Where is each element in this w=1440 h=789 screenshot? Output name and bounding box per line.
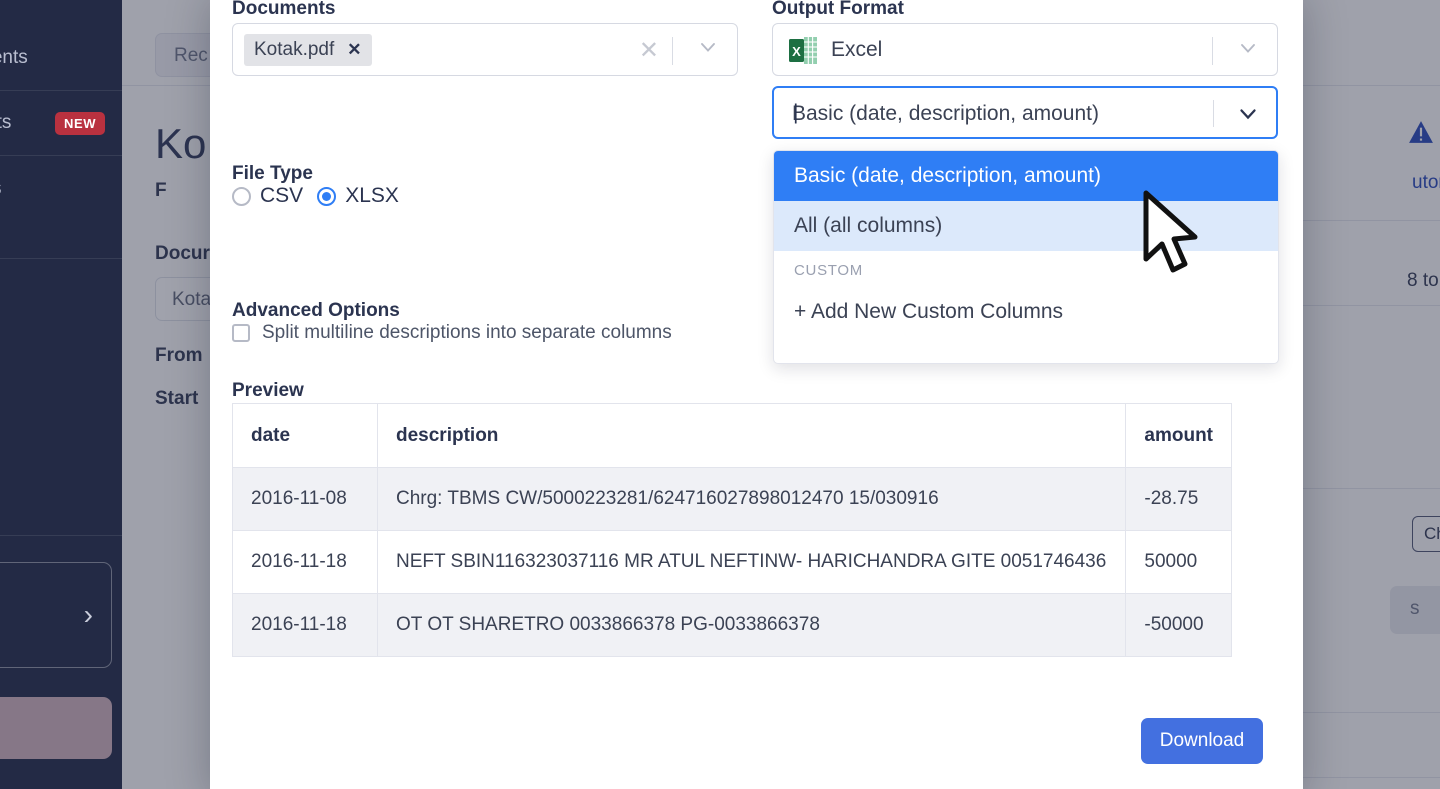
dropdown-option-basic[interactable]: Basic (date, description, amount) xyxy=(774,151,1278,201)
cell-amount: 50000 xyxy=(1125,530,1232,594)
dropdown-group-custom: CUSTOM xyxy=(794,261,863,279)
dropdown-add-custom-columns[interactable]: + Add New Custom Columns xyxy=(774,289,1278,335)
background-sidebar: ments ots NEW s › xyxy=(0,0,122,789)
radio-csv[interactable]: CSV xyxy=(232,184,303,208)
sidebar-item-settings[interactable]: s xyxy=(0,178,2,200)
document-chip[interactable]: Kotak.pdf ✕ xyxy=(244,34,372,66)
cell-date: 2016-11-08 xyxy=(232,467,378,531)
export-modal: Documents Kotak.pdf ✕ ✕ File Type CSV XL… xyxy=(210,0,1303,789)
clear-icon[interactable]: ✕ xyxy=(639,39,659,63)
advanced-options-label: Advanced Options xyxy=(232,300,400,321)
chevron-down-icon[interactable] xyxy=(699,38,717,56)
sidebar-account-button[interactable] xyxy=(0,697,112,759)
download-button[interactable]: Download xyxy=(1141,718,1263,764)
sidebar-item-bots[interactable]: ots xyxy=(0,112,11,134)
divider xyxy=(0,258,122,259)
cell-amount: -50000 xyxy=(1125,593,1232,657)
columns-select-value: Basic (date, description, amount) | xyxy=(792,101,1099,125)
cell-description: OT OT SHARETRO 0033866378 PG-0033866378 xyxy=(376,593,1127,657)
divider xyxy=(1212,37,1213,65)
cell-date: 2016-11-18 xyxy=(232,593,378,657)
table-row: 2016-11-18 NEFT SBIN116323037116 MR ATUL… xyxy=(232,530,1232,594)
column-header-date: date xyxy=(232,403,378,468)
sidebar-new-badge: NEW xyxy=(55,112,106,135)
sidebar-item-documents[interactable]: ments xyxy=(0,47,28,69)
cell-description: NEFT SBIN116323037116 MR ATUL NEFTINW- H… xyxy=(376,530,1127,594)
split-multiline-label: Split multiline descriptions into separa… xyxy=(262,322,672,343)
preview-table-head: date description amount xyxy=(232,403,1232,468)
file-type-label: File Type xyxy=(232,163,313,184)
column-header-amount: amount xyxy=(1125,403,1232,468)
close-icon[interactable]: ✕ xyxy=(347,40,361,60)
preview-label: Preview xyxy=(232,380,304,401)
output-format-select[interactable]: X Excel xyxy=(772,23,1278,76)
output-format-label: Output Format xyxy=(772,0,904,19)
radio-xlsx[interactable]: XLSX xyxy=(317,184,399,208)
documents-multiselect[interactable]: Kotak.pdf ✕ ✕ xyxy=(232,23,738,76)
preview-table-body: 2016-11-08 Chrg: TBMS CW/5000223281/6247… xyxy=(232,467,1232,657)
divider xyxy=(672,37,673,65)
columns-select[interactable]: Basic (date, description, amount) | xyxy=(772,86,1278,139)
export-modal-body: Documents Kotak.pdf ✕ ✕ File Type CSV XL… xyxy=(210,0,1303,789)
excel-file-icon: X xyxy=(789,37,817,64)
preview-table: date description amount 2016-11-08 Chrg:… xyxy=(232,403,1232,657)
cell-date: 2016-11-18 xyxy=(232,530,378,594)
radio-xlsx-label: XLSX xyxy=(345,184,399,207)
table-row: 2016-11-08 Chrg: TBMS CW/5000223281/6247… xyxy=(232,467,1232,531)
split-multiline-checkbox[interactable] xyxy=(232,324,250,342)
radio-csv-label: CSV xyxy=(260,184,304,207)
table-header-row: date description amount xyxy=(232,403,1232,468)
file-type-radio-group: CSV XLSX xyxy=(232,184,399,208)
dropdown-option-all[interactable]: All (all columns) xyxy=(774,201,1278,251)
column-header-description: description xyxy=(376,403,1127,468)
divider xyxy=(0,535,122,536)
svg-text:X: X xyxy=(792,44,801,59)
document-chip-label: Kotak.pdf xyxy=(254,39,335,60)
radio-csv-indicator xyxy=(232,186,251,206)
radio-xlsx-indicator xyxy=(317,186,337,206)
chevron-down-icon[interactable] xyxy=(1239,39,1257,57)
split-multiline-checkbox-row[interactable]: Split multiline descriptions into separa… xyxy=(232,322,672,344)
columns-dropdown-menu[interactable]: Basic (date, description, amount) All (a… xyxy=(773,150,1279,364)
screen-root: Rec Ko F Docur Kota From Start 1 xyxy=(0,0,1440,789)
divider xyxy=(1213,100,1214,127)
chevron-down-icon[interactable] xyxy=(1238,104,1258,124)
table-row: 2016-11-18 OT OT SHARETRO 0033866378 PG-… xyxy=(232,593,1232,657)
divider xyxy=(0,155,122,156)
cell-amount: -28.75 xyxy=(1125,467,1232,531)
output-format-value: Excel xyxy=(831,38,883,61)
divider xyxy=(0,90,122,91)
chevron-right-icon: › xyxy=(83,599,93,630)
cell-description: Chrg: TBMS CW/5000223281/624716027898012… xyxy=(376,467,1127,531)
text-cursor: | xyxy=(793,101,799,124)
documents-label: Documents xyxy=(232,0,336,19)
sidebar-expand-button[interactable]: › xyxy=(0,562,112,668)
